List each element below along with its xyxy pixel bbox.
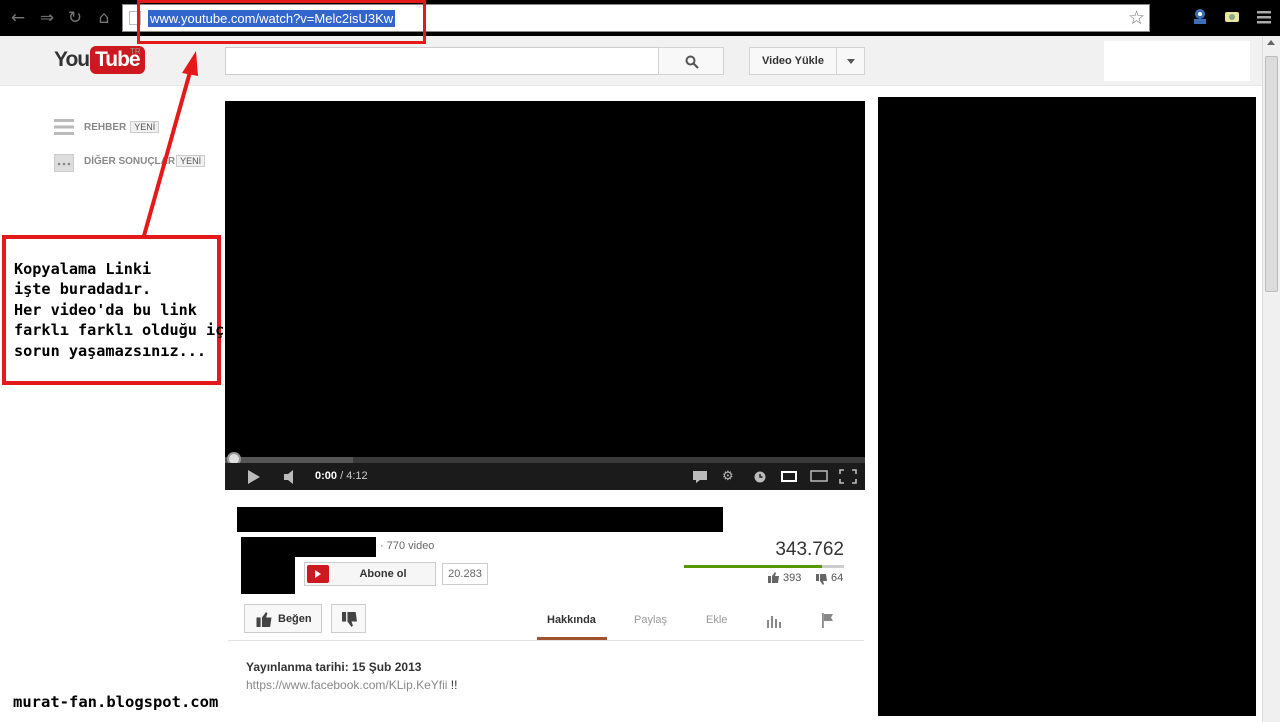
thumbs-down-icon xyxy=(342,612,357,627)
video-player[interactable]: 0:00 / 4:12 ⚙ xyxy=(225,101,865,490)
thumbs-up-icon xyxy=(256,612,272,627)
search-icon xyxy=(685,55,699,69)
current-time: 0:00 xyxy=(315,470,338,482)
published-date: Yayınlanma tarihi: 15 Şub 2013 xyxy=(246,660,422,674)
upload-dropdown[interactable] xyxy=(836,47,865,75)
back-icon[interactable]: ← xyxy=(8,8,28,28)
like-ratio-fill xyxy=(684,565,822,568)
home-icon[interactable]: ⌂ xyxy=(94,8,114,28)
play-icon[interactable] xyxy=(247,470,261,484)
small-player-icon[interactable] xyxy=(781,471,797,482)
time-display: 0:00 / 4:12 xyxy=(315,470,368,482)
fullscreen-icon[interactable] xyxy=(839,469,857,484)
new-badge: YENİ xyxy=(176,155,206,167)
stats-icon[interactable] xyxy=(766,614,782,628)
scrollbar[interactable] xyxy=(1262,36,1280,722)
watermark: murat-fan.blogspot.com xyxy=(13,693,219,711)
scroll-up-arrow-icon[interactable] xyxy=(1267,40,1275,45)
extension-icon[interactable] xyxy=(1223,8,1241,26)
flag-icon[interactable] xyxy=(821,613,835,628)
large-player-icon[interactable] xyxy=(810,470,828,482)
forward-icon[interactable]: ⇒ xyxy=(37,8,57,28)
screen: ← ⇒ ↻ ⌂ www.youtube.com/watch?v=Melc2isU… xyxy=(0,0,1280,722)
watch-later-icon[interactable] xyxy=(754,471,766,483)
like-button[interactable]: Beğen xyxy=(244,604,322,633)
duration: / 4:12 xyxy=(340,470,368,482)
account-area[interactable] xyxy=(1104,41,1250,81)
tab-add[interactable]: Ekle xyxy=(706,614,727,626)
volume-icon[interactable] xyxy=(283,470,299,484)
dislike-count: 64 xyxy=(831,572,844,584)
youtube-play-icon xyxy=(307,565,329,583)
subscribe-button[interactable]: Abone ol xyxy=(304,562,436,586)
captions-icon[interactable] xyxy=(693,471,707,483)
view-count: 343.762 xyxy=(775,539,844,560)
channel-video-count: · 770 video xyxy=(380,540,435,552)
subscriber-count: 20.283 xyxy=(442,563,488,585)
search-input[interactable] xyxy=(225,47,659,75)
avatar[interactable] xyxy=(241,556,295,594)
thumbs-up-icon xyxy=(768,572,779,583)
menu-icon[interactable] xyxy=(1255,8,1273,26)
url-highlight-box xyxy=(137,0,426,44)
list-icon xyxy=(54,119,74,135)
extension-icon[interactable] xyxy=(1191,8,1209,26)
related-videos-panel xyxy=(878,97,1256,716)
reload-icon[interactable]: ↻ xyxy=(65,8,85,28)
dislike-button[interactable] xyxy=(331,604,366,633)
subscribe-label: Abone ol xyxy=(359,568,407,580)
guide-label: REHBER YENİ xyxy=(84,121,160,133)
like-ratio-bar xyxy=(684,565,844,568)
description-link[interactable]: https://www.facebook.com/KLip.KeYfii !! xyxy=(246,678,457,692)
settings-gear-icon[interactable]: ⚙ xyxy=(722,469,734,485)
video-title-redacted xyxy=(237,507,723,532)
callout-text: Kopyalama Linki işte buradadır. Her vide… xyxy=(14,260,243,360)
like-count: 393 xyxy=(783,572,802,584)
bookmark-star-icon[interactable]: ☆ xyxy=(1128,7,1145,29)
guide-label: DİĞER SONUÇLAR YENİ xyxy=(84,155,206,167)
upload-button[interactable]: Video Yükle xyxy=(749,47,837,75)
logo-region: TR xyxy=(130,47,141,56)
thumbs-down-icon xyxy=(816,574,827,585)
tabs-divider xyxy=(228,640,864,641)
new-badge: YENİ xyxy=(130,121,160,133)
scrollbar-thumb[interactable] xyxy=(1265,56,1278,292)
like-label: Beğen xyxy=(278,613,312,625)
annotation-callout: Kopyalama Linki işte buradadır. Her vide… xyxy=(2,235,243,385)
search-button[interactable] xyxy=(658,47,724,75)
more-icon xyxy=(54,154,74,172)
tab-about[interactable]: Hakkında xyxy=(547,614,596,626)
channel-name-redacted[interactable] xyxy=(241,537,376,557)
logo-you: You xyxy=(54,48,90,71)
player-controls: 0:00 / 4:12 ⚙ xyxy=(225,463,865,490)
tab-share[interactable]: Paylaş xyxy=(634,614,667,626)
